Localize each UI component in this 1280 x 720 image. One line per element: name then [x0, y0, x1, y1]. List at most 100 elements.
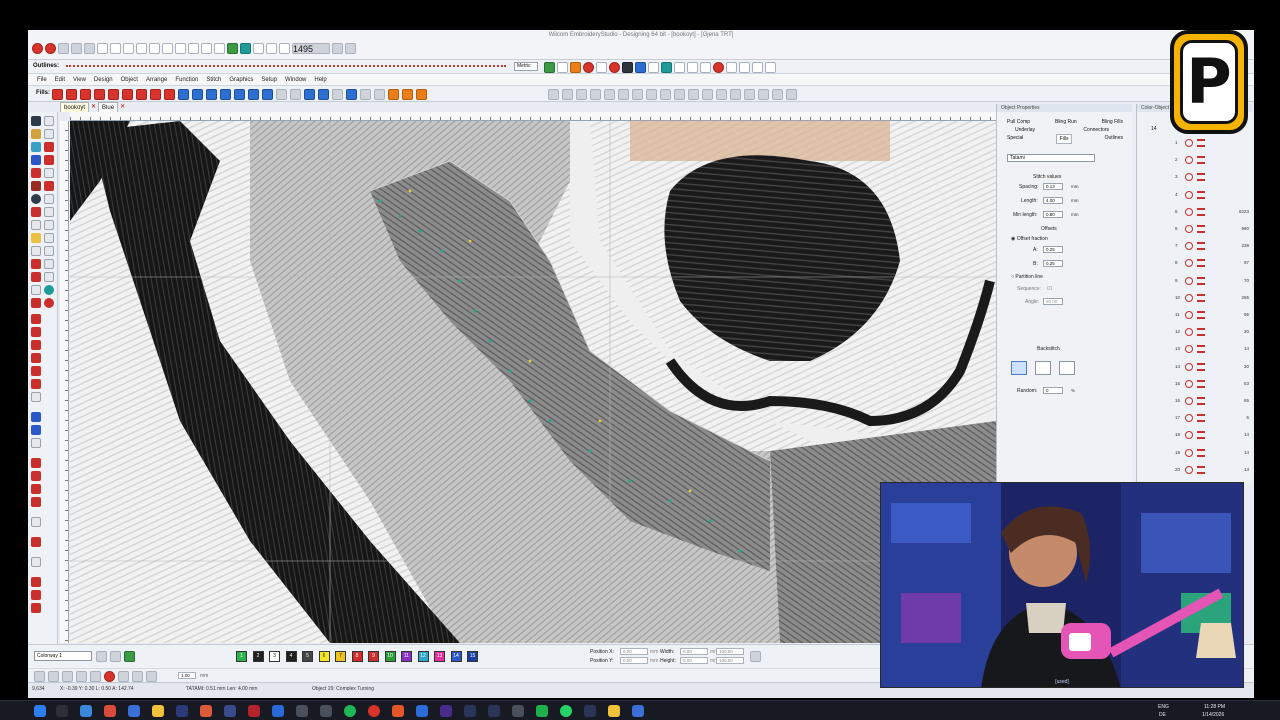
colorway-tool-icon[interactable]	[110, 651, 121, 662]
tool-icon[interactable]	[765, 62, 776, 73]
color-object-row[interactable]: 1	[1137, 138, 1253, 148]
tool-icon[interactable]	[44, 272, 54, 282]
app-icon[interactable]	[296, 705, 308, 717]
align-icon[interactable]	[674, 89, 685, 100]
fill-tool-icon[interactable]	[290, 89, 301, 100]
tool-icon[interactable]	[345, 43, 356, 54]
tool-icon[interactable]	[752, 62, 763, 73]
tool-icon[interactable]	[279, 43, 290, 54]
select-icon[interactable]	[44, 116, 54, 126]
view-tool-icon[interactable]	[48, 671, 59, 682]
menu-graphics[interactable]: Graphics	[229, 77, 253, 83]
app-icon[interactable]	[512, 705, 524, 717]
tool-icon[interactable]	[557, 62, 568, 73]
align-icon[interactable]	[786, 89, 797, 100]
tool-icon[interactable]	[31, 412, 41, 422]
paste-icon[interactable]	[188, 43, 199, 54]
color-object-row[interactable]: 12 30	[1137, 327, 1253, 337]
color-object-row[interactable]: 20 14	[1137, 465, 1253, 475]
tool-icon[interactable]	[726, 62, 737, 73]
tool-icon[interactable]	[31, 207, 41, 217]
tab-special[interactable]: Special	[1007, 134, 1023, 144]
tool-icon[interactable]	[31, 233, 41, 243]
align-icon[interactable]	[744, 89, 755, 100]
clock-date[interactable]: 1/14/2026	[1202, 712, 1224, 718]
open-file-icon[interactable]	[110, 43, 121, 54]
fill-type-dropdown[interactable]: Tatami	[1007, 154, 1095, 162]
tab-bookoyt[interactable]: bookoyt	[60, 102, 90, 112]
tool-icon[interactable]	[31, 425, 41, 435]
color-object-row[interactable]: 2	[1137, 155, 1253, 165]
language-indicator[interactable]: ENG	[1158, 704, 1169, 710]
tool-icon[interactable]	[31, 259, 41, 269]
tool-icon[interactable]	[31, 517, 41, 527]
edge-icon[interactable]	[80, 705, 92, 717]
tool-icon[interactable]	[31, 298, 41, 308]
fill-tool-icon[interactable]	[192, 89, 203, 100]
app-icon[interactable]	[272, 705, 284, 717]
color-object-row[interactable]: 14 30	[1137, 362, 1253, 372]
app-icon[interactable]	[464, 705, 476, 717]
tool-icon[interactable]	[31, 272, 41, 282]
align-icon[interactable]	[716, 89, 727, 100]
tool-icon[interactable]	[31, 246, 41, 256]
position-x-input[interactable]: 0.00	[620, 648, 648, 655]
view-tool-icon[interactable]	[34, 671, 45, 682]
align-icon[interactable]	[632, 89, 643, 100]
backstitch-option-3-button[interactable]	[1059, 361, 1075, 375]
align-icon[interactable]	[660, 89, 671, 100]
lettering-icon[interactable]	[31, 155, 41, 165]
close-tab-icon[interactable]: ✕	[120, 102, 125, 112]
tool-icon[interactable]	[687, 62, 698, 73]
tool-icon[interactable]	[44, 194, 54, 204]
color-object-row[interactable]: 6 980	[1137, 224, 1253, 234]
align-icon[interactable]	[618, 89, 629, 100]
color-object-row[interactable]: 4	[1137, 190, 1253, 200]
align-icon[interactable]	[772, 89, 783, 100]
fill-tool-icon[interactable]	[388, 89, 399, 100]
tool-icon[interactable]	[44, 142, 54, 152]
tool-icon[interactable]	[31, 392, 41, 402]
task-view-icon[interactable]	[56, 705, 68, 717]
fill-tool-icon[interactable]	[248, 89, 259, 100]
reshape-icon[interactable]	[31, 129, 41, 139]
view-tool-icon[interactable]	[76, 671, 87, 682]
select-arrow-icon[interactable]	[31, 116, 41, 126]
travel-icon[interactable]	[240, 43, 251, 54]
color-chip[interactable]: 4	[285, 651, 297, 662]
photoshop-icon[interactable]	[416, 705, 428, 717]
app-icon[interactable]	[608, 705, 620, 717]
tab-outlines[interactable]: Outlines	[1105, 134, 1123, 144]
tool-icon[interactable]	[31, 458, 41, 468]
info-icon[interactable]	[622, 62, 633, 73]
tool-icon[interactable]	[31, 353, 41, 363]
tool-icon[interactable]	[544, 62, 555, 73]
tool-icon[interactable]	[31, 497, 41, 507]
align-icon[interactable]	[562, 89, 573, 100]
file-explorer-icon[interactable]	[152, 705, 164, 717]
width-input[interactable]: 0.00	[680, 648, 708, 655]
wilcom-logo-icon[interactable]	[45, 43, 56, 54]
fill-tool-icon[interactable]	[318, 89, 329, 100]
tool-icon[interactable]	[609, 62, 620, 73]
color-object-row[interactable]: 11 96	[1137, 310, 1253, 320]
fill-tool-icon[interactable]	[178, 89, 189, 100]
spacing-input[interactable]: 0.13	[1043, 183, 1063, 190]
tool-icon[interactable]	[332, 43, 343, 54]
menu-help[interactable]: Help	[314, 77, 326, 83]
tool-icon[interactable]	[583, 62, 594, 73]
color-chip[interactable]: 9	[368, 651, 379, 662]
lock-proportions-icon[interactable]	[750, 651, 761, 662]
lock-icon[interactable]	[604, 89, 615, 100]
colorway-dropdown[interactable]: Colorway 1	[34, 651, 92, 661]
fill-type-icon[interactable]	[122, 89, 133, 100]
fill-type-icon[interactable]	[94, 89, 105, 100]
tool-icon[interactable]	[661, 62, 672, 73]
tool-icon[interactable]	[44, 155, 54, 165]
fill-tool-icon[interactable]	[360, 89, 371, 100]
tool-icon[interactable]	[31, 590, 41, 600]
color-object-row[interactable]: 10 265	[1137, 293, 1253, 303]
home-icon[interactable]	[32, 43, 43, 54]
style-dropdown[interactable]: 1495	[292, 43, 330, 54]
brave-icon[interactable]	[392, 705, 404, 717]
